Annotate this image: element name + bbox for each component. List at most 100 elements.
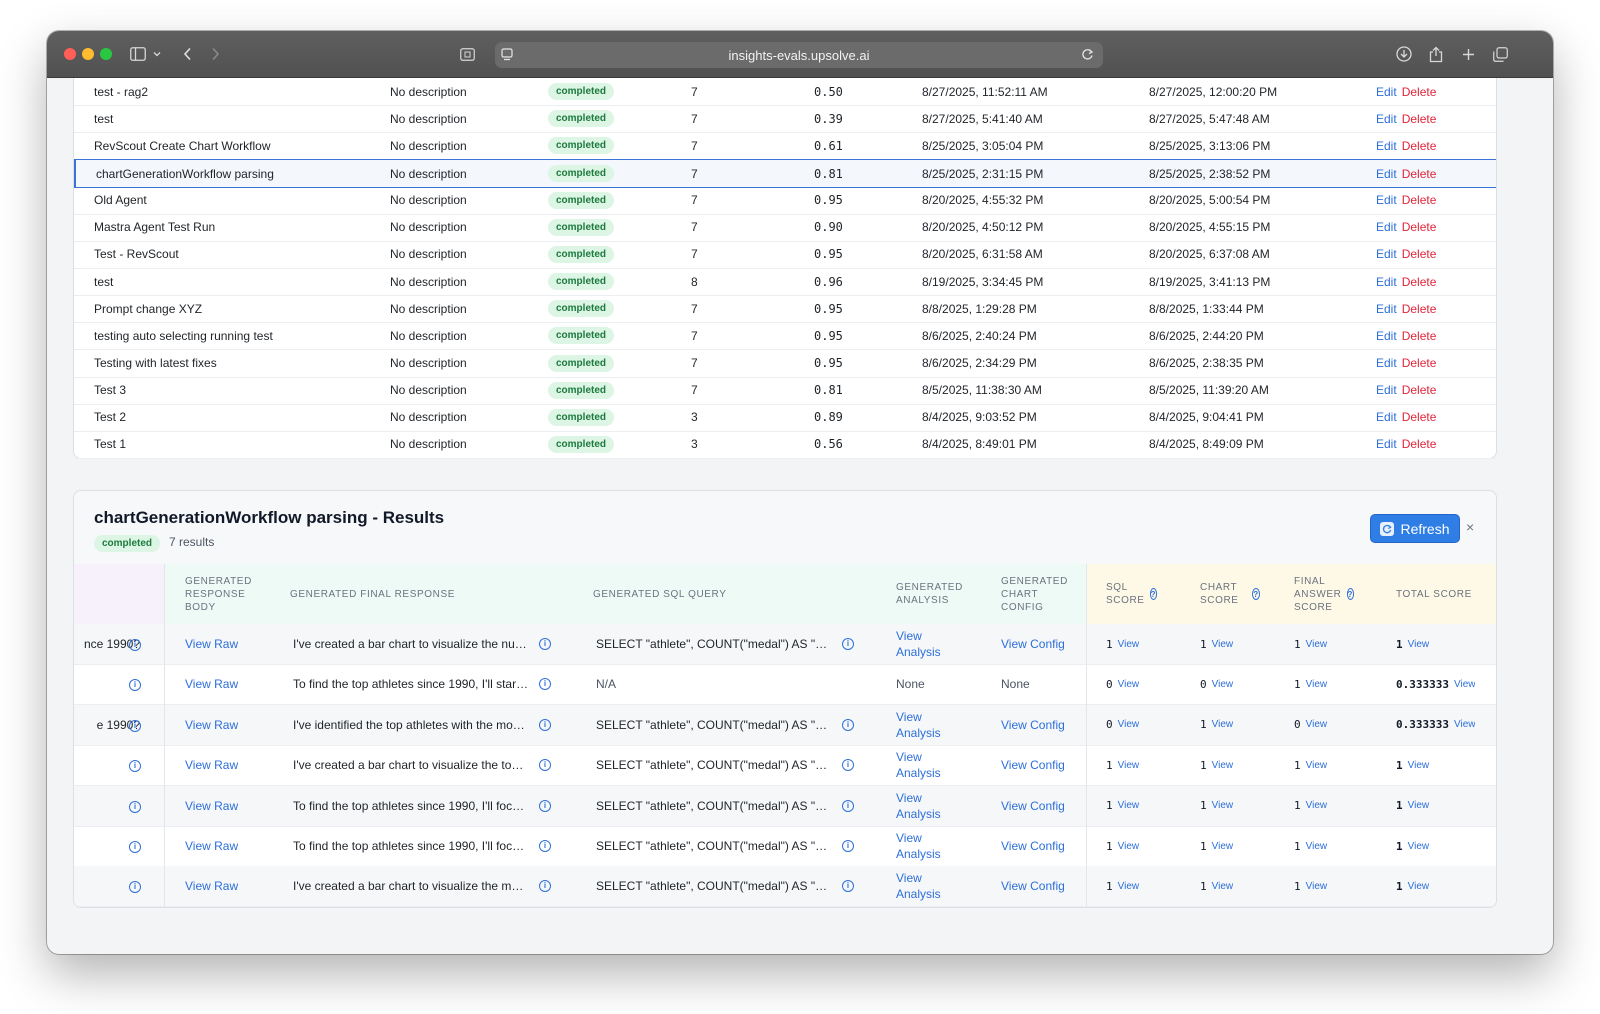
edit-link[interactable]: Edit [1376, 247, 1397, 261]
view-analysis-link[interactable]: View Analysis [896, 628, 946, 660]
view-score-link[interactable]: View [1118, 639, 1140, 650]
view-analysis-link[interactable]: View Analysis [896, 749, 946, 781]
run-row[interactable]: Old Agent No description completed 7 0.95 8/2… [74, 187, 1496, 215]
delete-link[interactable]: Delete [1402, 85, 1437, 99]
run-row[interactable]: Mastra Agent Test Run No description compl… [74, 214, 1496, 242]
edit-link[interactable]: Edit [1376, 167, 1397, 181]
delete-link[interactable]: Delete [1402, 220, 1437, 234]
info-icon[interactable]: i [129, 841, 141, 853]
view-score-link[interactable]: View [1408, 841, 1430, 852]
refresh-button[interactable]: Refresh [1370, 514, 1460, 543]
view-config-link[interactable]: View Config [1001, 879, 1065, 893]
view-raw-link[interactable]: View Raw [185, 637, 238, 651]
new-tab-icon[interactable] [1457, 43, 1479, 65]
edit-link[interactable]: Edit [1376, 302, 1397, 316]
view-analysis-link[interactable]: View Analysis [896, 790, 946, 822]
view-score-link[interactable]: View [1118, 719, 1140, 730]
info-icon[interactable]: i [842, 799, 854, 812]
view-score-link[interactable]: View [1306, 679, 1328, 690]
view-score-link[interactable]: View [1306, 760, 1328, 771]
info-icon[interactable]: i [539, 638, 551, 650]
delete-link[interactable]: Delete [1402, 410, 1437, 424]
view-score-link[interactable]: View [1212, 679, 1234, 690]
delete-link[interactable]: Delete [1402, 383, 1437, 397]
view-score-link[interactable]: View [1408, 760, 1430, 771]
run-row[interactable]: test No description completed 8 0.96 8/19/202… [74, 268, 1496, 297]
view-raw-link[interactable]: View Raw [185, 677, 238, 691]
info-icon[interactable]: i [539, 799, 551, 812]
delete-link[interactable]: Delete [1402, 112, 1437, 126]
run-row[interactable]: Test 1 No description completed 3 0.56 8/4/20… [74, 431, 1496, 459]
delete-link[interactable]: Delete [1402, 247, 1437, 261]
info-icon[interactable]: i [842, 718, 854, 731]
view-score-link[interactable]: View [1212, 841, 1234, 852]
site-settings-icon[interactable] [501, 48, 515, 64]
view-score-link[interactable]: View [1212, 760, 1234, 771]
minimize-window-button[interactable] [82, 48, 94, 60]
info-icon[interactable]: i [539, 678, 551, 691]
view-score-link[interactable]: View [1118, 679, 1140, 690]
view-score-link[interactable]: View [1306, 719, 1328, 730]
view-score-link[interactable]: View [1212, 881, 1234, 892]
view-score-link[interactable]: View [1454, 719, 1476, 730]
view-score-link[interactable]: View [1118, 841, 1140, 852]
reload-icon[interactable] [1081, 48, 1094, 64]
info-icon[interactable]: i [539, 880, 551, 893]
info-icon[interactable]: i [842, 759, 854, 772]
info-icon[interactable]: i [539, 840, 551, 852]
view-analysis-link[interactable]: View Analysis [896, 870, 946, 902]
address-bar[interactable]: insights-evals.upsolve.ai [495, 42, 1103, 68]
share-icon[interactable] [1425, 43, 1447, 65]
close-window-button[interactable] [64, 48, 76, 60]
view-config-link[interactable]: View Config [1001, 799, 1065, 813]
run-row[interactable]: Test 2 No description completed 3 0.89 8/4/20… [74, 404, 1496, 432]
delete-link[interactable]: Delete [1402, 329, 1437, 343]
info-icon[interactable]: i [129, 800, 141, 813]
close-results-button[interactable]: × [1466, 519, 1474, 535]
help-icon[interactable]: ? [1346, 588, 1354, 600]
edit-link[interactable]: Edit [1376, 112, 1397, 126]
forward-icon[interactable] [205, 43, 225, 65]
info-icon[interactable]: i [129, 719, 141, 732]
run-row[interactable]: RevScout Create Chart Workflow No descrip… [74, 132, 1496, 161]
view-analysis-link[interactable]: View Analysis [896, 709, 946, 741]
view-score-link[interactable]: View [1306, 800, 1328, 811]
help-icon[interactable]: ? [1252, 588, 1260, 600]
edit-link[interactable]: Edit [1376, 437, 1397, 451]
run-row[interactable]: test No description completed 7 0.39 8/27/202… [74, 105, 1496, 134]
delete-link[interactable]: Delete [1402, 437, 1437, 451]
delete-link[interactable]: Delete [1402, 193, 1437, 207]
view-raw-link[interactable]: View Raw [185, 799, 238, 813]
edit-link[interactable]: Edit [1376, 193, 1397, 207]
info-icon[interactable]: i [539, 759, 551, 772]
edit-link[interactable]: Edit [1376, 383, 1397, 397]
view-score-link[interactable]: View [1306, 881, 1328, 892]
view-config-link[interactable]: View Config [1001, 758, 1065, 772]
run-row[interactable]: Test 3 No description completed 7 0.81 8/5/20… [74, 377, 1496, 405]
view-score-link[interactable]: View [1306, 639, 1328, 650]
edit-link[interactable]: Edit [1376, 220, 1397, 234]
view-score-link[interactable]: View [1408, 881, 1430, 892]
run-row[interactable]: test - rag2 No description completed 7 0.50 8… [74, 78, 1496, 106]
delete-link[interactable]: Delete [1402, 275, 1437, 289]
edit-link[interactable]: Edit [1376, 139, 1397, 153]
run-row[interactable]: testing auto selecting running test No de… [74, 322, 1496, 351]
view-raw-link[interactable]: View Raw [185, 839, 238, 853]
info-icon[interactable]: i [842, 840, 854, 852]
sidebar-toggle-icon[interactable] [127, 43, 149, 65]
delete-link[interactable]: Delete [1402, 139, 1437, 153]
zoom-window-button[interactable] [100, 48, 112, 60]
edit-link[interactable]: Edit [1376, 329, 1397, 343]
view-score-link[interactable]: View [1454, 679, 1476, 690]
view-config-link[interactable]: View Config [1001, 839, 1065, 853]
tab-overview-icon[interactable] [457, 43, 477, 65]
view-config-link[interactable]: View Config [1001, 718, 1065, 732]
view-score-link[interactable]: View [1408, 639, 1430, 650]
view-raw-link[interactable]: View Raw [185, 879, 238, 893]
view-score-link[interactable]: View [1306, 841, 1328, 852]
view-score-link[interactable]: View [1118, 800, 1140, 811]
edit-link[interactable]: Edit [1376, 85, 1397, 99]
edit-link[interactable]: Edit [1376, 410, 1397, 424]
view-score-link[interactable]: View [1212, 800, 1234, 811]
info-icon[interactable]: i [842, 638, 854, 650]
